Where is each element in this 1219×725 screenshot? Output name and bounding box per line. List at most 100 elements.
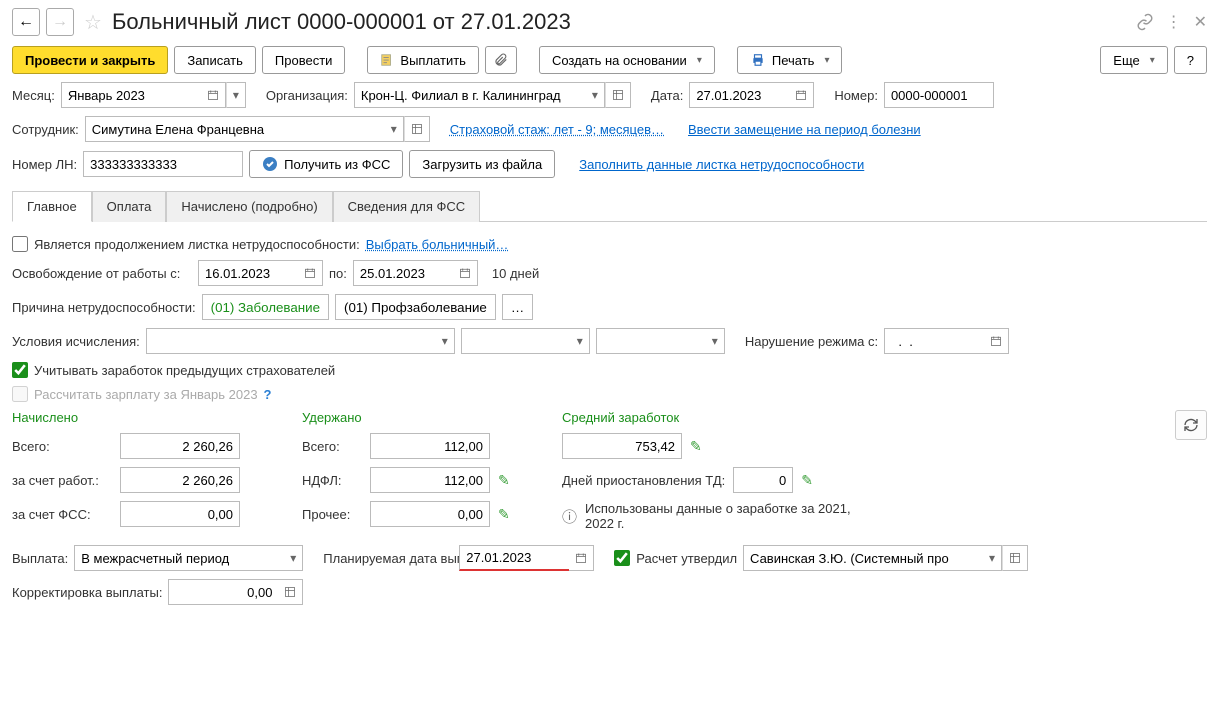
fill-data-link[interactable]: Заполнить данные листка нетрудоспособнос… [579, 157, 864, 172]
open-icon[interactable] [1002, 545, 1028, 571]
payout-select[interactable] [74, 545, 284, 571]
calendar-icon[interactable] [298, 260, 323, 286]
calendar-icon[interactable] [569, 545, 594, 571]
release-from-label: Освобождение от работы с: [12, 266, 192, 281]
dropdown-icon[interactable]: ▾ [706, 328, 725, 354]
dropdown-icon[interactable]: ▾ [983, 545, 1002, 571]
release-from-input[interactable] [198, 260, 298, 286]
approver-input[interactable] [743, 545, 983, 571]
tab-main[interactable]: Главное [12, 191, 92, 222]
cause-primary-button[interactable]: (01) Заболевание [202, 294, 329, 320]
help-button[interactable]: ? [1174, 46, 1207, 74]
select-sick-link[interactable]: Выбрать больничный… [366, 237, 509, 252]
dropdown-icon[interactable]: ▾ [586, 82, 605, 108]
correction-input[interactable] [168, 579, 278, 605]
number-label: Номер: [834, 88, 878, 103]
calendar-icon[interactable] [984, 328, 1009, 354]
post-and-close-button[interactable]: Провести и закрыть [12, 46, 168, 74]
held-total-input[interactable] [370, 433, 490, 459]
pencil-edit-icon[interactable]: ✎ [690, 438, 702, 455]
pay-button[interactable]: Выплатить [367, 46, 479, 74]
cause-more-button[interactable]: … [502, 294, 533, 320]
org-input[interactable] [354, 82, 586, 108]
open-icon[interactable] [605, 82, 631, 108]
days-text: 10 дней [492, 266, 539, 281]
load-from-file-button[interactable]: Загрузить из файла [409, 150, 555, 178]
release-to-input[interactable] [353, 260, 453, 286]
consider-prev-wrap[interactable]: Учитывать заработок предыдущих страховат… [12, 362, 335, 378]
suspension-label: Дней приостановления ТД: [562, 473, 725, 488]
avg-value-input[interactable] [562, 433, 682, 459]
month-input[interactable] [61, 82, 201, 108]
planned-date-input[interactable] [459, 545, 569, 571]
close-icon[interactable]: ✕ [1194, 12, 1207, 32]
favorite-star-icon[interactable]: ☆ [84, 10, 102, 35]
suspension-value-input[interactable] [733, 467, 793, 493]
pencil-edit-icon[interactable]: ✎ [801, 472, 813, 489]
employer-value-input[interactable] [120, 467, 240, 493]
more-button[interactable]: Еще [1100, 46, 1167, 74]
consider-prev-checkbox[interactable] [12, 362, 28, 378]
link-icon[interactable] [1136, 13, 1154, 31]
release-to-label: по: [329, 266, 347, 281]
approved-checkbox[interactable] [614, 550, 630, 566]
tabs: Главное Оплата Начислено (подробно) Свед… [12, 190, 1207, 222]
create-based-on-button[interactable]: Создать на основании [539, 46, 715, 74]
calc-cond-3-input[interactable] [596, 328, 706, 354]
tab-accrued[interactable]: Начислено (подробно) [166, 191, 332, 222]
employee-input[interactable] [85, 116, 385, 142]
dropdown-icon[interactable]: ▾ [436, 328, 455, 354]
ndfl-value-input[interactable] [370, 467, 490, 493]
calc-cond-1-input[interactable] [146, 328, 436, 354]
accrued-total-input[interactable] [120, 433, 240, 459]
approved-wrap[interactable]: Расчет утвердил [614, 550, 737, 566]
number-input[interactable] [884, 82, 994, 108]
get-from-fss-button[interactable]: Получить из ФСС [249, 150, 403, 178]
ln-number-input[interactable] [83, 151, 243, 177]
other-value-input[interactable] [370, 501, 490, 527]
insurance-seniority-link[interactable]: Страховой стаж: лет - 9; месяцев… [450, 122, 664, 137]
ln-number-label: Номер ЛН: [12, 157, 77, 172]
open-icon[interactable] [404, 116, 430, 142]
fss-value-input[interactable] [120, 501, 240, 527]
open-icon[interactable] [278, 579, 303, 605]
refresh-button[interactable] [1175, 410, 1207, 440]
calendar-icon[interactable] [201, 82, 226, 108]
date-label: Дата: [651, 88, 683, 103]
dropdown-icon[interactable]: ▾ [284, 545, 303, 571]
org-label: Организация: [266, 88, 348, 103]
dropdown-icon[interactable]: ▾ [226, 82, 246, 108]
substitution-link[interactable]: Ввести замещение на период болезни [688, 122, 921, 137]
fss-icon [262, 156, 278, 172]
total-label: Всего: [12, 439, 112, 454]
held-header: Удержано [302, 410, 552, 425]
avg-header: Средний заработок [562, 410, 872, 425]
dropdown-icon[interactable]: ▾ [385, 116, 404, 142]
violation-date-input[interactable] [884, 328, 984, 354]
attach-button[interactable] [485, 46, 517, 74]
back-button[interactable]: ← [12, 8, 40, 36]
pencil-edit-icon[interactable]: ✎ [498, 506, 510, 523]
payout-label: Выплата: [12, 551, 68, 566]
calendar-icon[interactable] [789, 82, 814, 108]
forward-button[interactable]: → [46, 8, 74, 36]
tab-payment[interactable]: Оплата [92, 191, 167, 222]
calc-cond-2-input[interactable] [461, 328, 571, 354]
calendar-icon[interactable] [453, 260, 478, 286]
menu-dots-icon[interactable]: ⋮ [1166, 12, 1182, 32]
date-input[interactable] [689, 82, 789, 108]
continuation-checkbox-wrap[interactable]: Является продолжением листка нетрудоспос… [12, 236, 360, 252]
correction-label: Корректировка выплаты: [12, 585, 162, 600]
help-question-link[interactable]: ? [264, 387, 272, 402]
tab-fss-info[interactable]: Сведения для ФСС [333, 191, 480, 222]
print-button[interactable]: Печать [737, 46, 843, 74]
continuation-checkbox[interactable] [12, 236, 28, 252]
page-title: Больничный лист 0000-000001 от 27.01.202… [112, 9, 1130, 35]
save-button[interactable]: Записать [174, 46, 256, 74]
pencil-edit-icon[interactable]: ✎ [498, 472, 510, 489]
paperclip-icon [494, 53, 508, 67]
dropdown-icon[interactable]: ▾ [571, 328, 590, 354]
other-label: Прочее: [302, 507, 362, 522]
post-button[interactable]: Провести [262, 46, 346, 74]
cause-secondary-button[interactable]: (01) Профзаболевание [335, 294, 496, 320]
